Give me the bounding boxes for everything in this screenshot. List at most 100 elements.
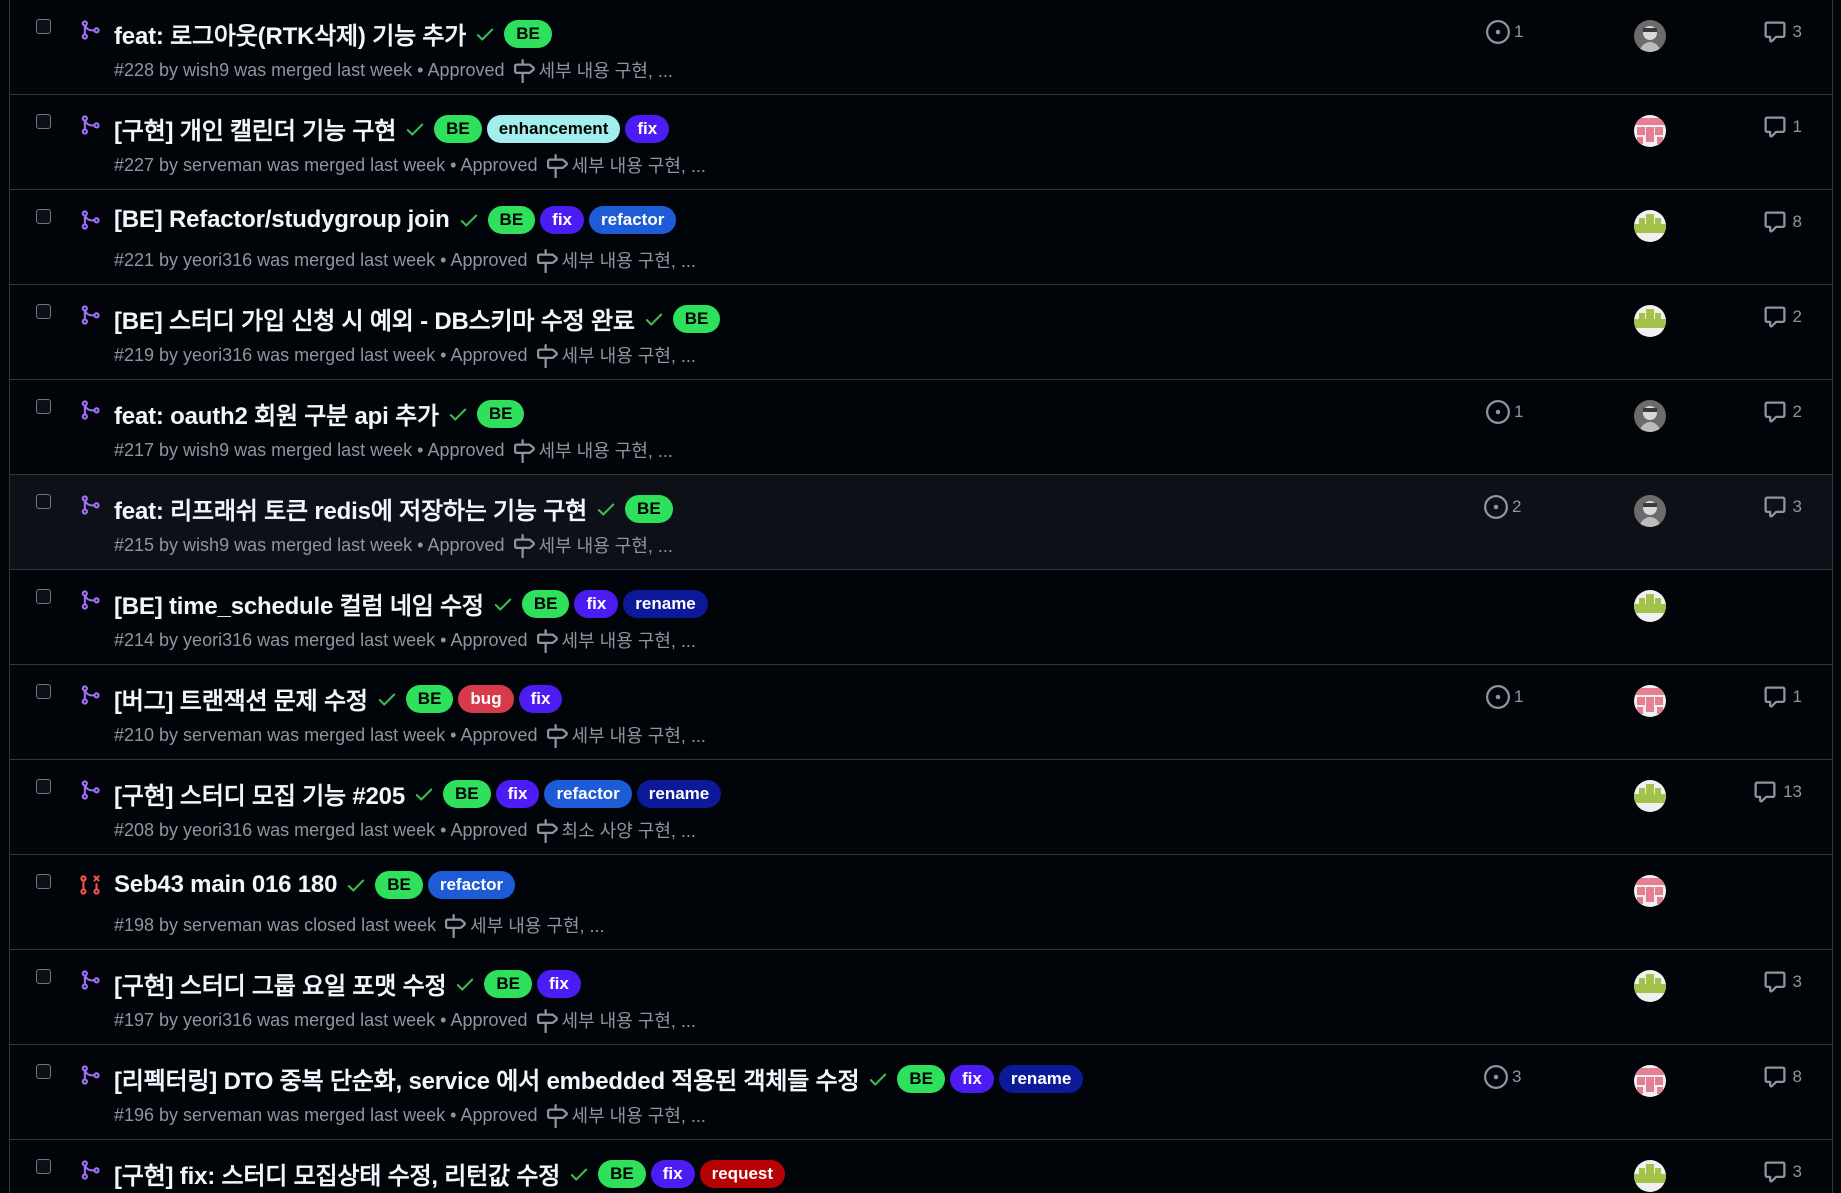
label-fix[interactable]: fix: [625, 114, 670, 143]
milestone-link[interactable]: 세부 내용 구현, ...: [562, 342, 696, 368]
milestone-link[interactable]: 세부 내용 구현, ...: [562, 247, 696, 273]
linked-issues[interactable]: 1: [1486, 19, 1566, 45]
label-BE[interactable]: BE: [375, 871, 423, 899]
milestone-link[interactable]: 세부 내용 구현, ...: [562, 1007, 696, 1033]
linked-issues[interactable]: 2: [1484, 494, 1564, 520]
label-fix[interactable]: fix: [574, 589, 619, 618]
pull-request-row[interactable]: feat: 리프래쉬 토큰 redis에 저장하는 기능 구현 BE #215 by…: [10, 475, 1832, 570]
select-checkbox[interactable]: [36, 114, 51, 129]
avatar[interactable]: [1634, 495, 1666, 527]
select-checkbox[interactable]: [36, 399, 51, 414]
pull-request-title[interactable]: feat: 로그아웃(RTK삭제) 기능 추가: [114, 16, 466, 51]
label-BE[interactable]: BE: [504, 19, 552, 48]
select-checkbox[interactable]: [36, 1159, 51, 1174]
pull-request-row[interactable]: [버그] 트랜잭션 문제 수정 BE bug fix #210 by serveman …: [10, 665, 1832, 760]
pull-request-title[interactable]: [BE] Refactor/studygroup join: [114, 206, 450, 234]
select-checkbox[interactable]: [36, 684, 51, 699]
pull-request-row[interactable]: [BE] time_schedule 컬럼 네임 수정 BE fix rename #2…: [10, 570, 1832, 665]
label-fix[interactable]: fix: [537, 969, 581, 998]
pull-request-row[interactable]: [BE] 스터디 가입 신청 시 예외 - DB스키마 수정 완료 BE #219 …: [10, 285, 1832, 380]
select-checkbox[interactable]: [36, 969, 51, 984]
select-checkbox[interactable]: [36, 209, 51, 224]
select-checkbox[interactable]: [36, 304, 51, 319]
milestone-link[interactable]: 세부 내용 구현, ...: [572, 1102, 706, 1128]
milestone-link[interactable]: 세부 내용 구현, ...: [539, 57, 673, 83]
pull-request-row[interactable]: [BE] Refactor/studygroup join BE fix refact…: [10, 190, 1832, 285]
comments-link[interactable]: 8: [1763, 1064, 1802, 1090]
avatar[interactable]: [1634, 1160, 1666, 1192]
label-rename[interactable]: rename: [636, 779, 722, 808]
select-checkbox[interactable]: [36, 589, 51, 604]
pull-request-row[interactable]: [구현] 스터디 그룹 요일 포맷 수정 BE fix #197 by yeori31…: [10, 950, 1832, 1045]
pull-request-row[interactable]: feat: 로그아웃(RTK삭제) 기능 추가 BE #228 by wish9 w…: [10, 0, 1832, 95]
label-BE[interactable]: BE: [487, 206, 536, 234]
milestone-link[interactable]: 세부 내용 구현, ...: [572, 152, 706, 178]
comments-link[interactable]: 3: [1763, 969, 1802, 995]
label-fix[interactable]: fix: [950, 1064, 994, 1093]
pull-request-row[interactable]: feat: oauth2 회원 구분 api 추가 BE #217 by wish9…: [10, 380, 1832, 475]
label-BE[interactable]: BE: [476, 399, 525, 428]
avatar[interactable]: [1634, 305, 1666, 337]
label-fix[interactable]: fix: [518, 684, 563, 713]
milestone-link[interactable]: 세부 내용 구현, ...: [572, 722, 706, 748]
label-BE[interactable]: BE: [625, 494, 673, 523]
pull-request-title[interactable]: [구현] 스터디 그룹 요일 포맷 수정: [114, 966, 447, 1001]
pull-request-title[interactable]: [리펙터링] DTO 중복 단순화, service 에서 embedded 적…: [114, 1061, 860, 1096]
avatar[interactable]: [1634, 20, 1666, 52]
pull-request-title[interactable]: [BE] 스터디 가입 신청 시 예외 - DB스키마 수정 완료: [114, 301, 635, 336]
label-bug[interactable]: bug: [458, 684, 514, 713]
pull-request-title[interactable]: [구현] 개인 캘린더 기능 구현: [114, 111, 396, 146]
label-refactor[interactable]: refactor: [589, 206, 677, 234]
avatar[interactable]: [1634, 875, 1666, 907]
linked-issues[interactable]: 1: [1486, 399, 1566, 425]
label-fix[interactable]: fix: [540, 206, 585, 234]
pull-request-title[interactable]: Seb43 main 016 180: [114, 871, 337, 899]
comments-link[interactable]: 13: [1753, 779, 1802, 805]
milestone-link[interactable]: 세부 내용 구현, ...: [470, 912, 604, 938]
label-BE[interactable]: BE: [598, 1159, 646, 1188]
comments-link[interactable]: 3: [1763, 19, 1802, 45]
label-enhancement[interactable]: enhancement: [486, 114, 621, 143]
select-checkbox[interactable]: [36, 779, 51, 794]
comments-link[interactable]: 3: [1763, 1159, 1802, 1185]
avatar[interactable]: [1634, 115, 1666, 147]
label-fix[interactable]: fix: [495, 779, 540, 808]
label-BE[interactable]: BE: [405, 684, 454, 713]
label-BE[interactable]: BE: [672, 304, 721, 333]
comments-link[interactable]: 2: [1763, 304, 1802, 330]
label-BE[interactable]: BE: [442, 779, 491, 808]
comments-link[interactable]: 2: [1763, 399, 1802, 425]
avatar[interactable]: [1634, 780, 1666, 812]
pull-request-title[interactable]: feat: oauth2 회원 구분 api 추가: [114, 396, 439, 431]
pull-request-row[interactable]: [구현] 스터디 모집 기능 #205 BE fix refactor rename #2…: [10, 760, 1832, 855]
select-checkbox[interactable]: [36, 874, 51, 889]
pull-request-title[interactable]: [구현] 스터디 모집 기능 #205: [114, 776, 405, 811]
avatar[interactable]: [1634, 590, 1666, 622]
milestone-link[interactable]: 세부 내용 구현, ...: [539, 437, 673, 463]
label-refactor[interactable]: refactor: [427, 871, 516, 899]
milestone-link[interactable]: 세부 내용 구현, ...: [539, 532, 673, 558]
avatar[interactable]: [1634, 685, 1666, 717]
label-BE[interactable]: BE: [434, 114, 482, 143]
pull-request-row[interactable]: Seb43 main 016 180 BE refactor #198 by serv…: [10, 855, 1832, 950]
pull-request-title[interactable]: feat: 리프래쉬 토큰 redis에 저장하는 기능 구현: [114, 491, 587, 526]
comments-link[interactable]: 3: [1763, 494, 1802, 520]
label-BE[interactable]: BE: [897, 1064, 946, 1093]
linked-issues[interactable]: 3: [1484, 1064, 1564, 1090]
label-BE[interactable]: BE: [521, 589, 570, 618]
select-checkbox[interactable]: [36, 494, 51, 509]
select-checkbox[interactable]: [36, 1064, 51, 1079]
select-checkbox[interactable]: [36, 19, 51, 34]
label-fix[interactable]: fix: [650, 1159, 695, 1188]
label-request[interactable]: request: [699, 1159, 786, 1188]
pull-request-row[interactable]: [구현] 개인 캘린더 기능 구현 BE enhancement fix #227 by…: [10, 95, 1832, 190]
label-BE[interactable]: BE: [484, 969, 532, 998]
comments-link[interactable]: 1: [1763, 684, 1802, 710]
avatar[interactable]: [1634, 400, 1666, 432]
avatar[interactable]: [1634, 970, 1666, 1002]
label-rename[interactable]: rename: [998, 1064, 1084, 1093]
avatar[interactable]: [1634, 210, 1666, 242]
pull-request-title[interactable]: [BE] time_schedule 컬럼 네임 수정: [114, 586, 484, 621]
pull-request-row[interactable]: [리펙터링] DTO 중복 단순화, service 에서 embedded 적…: [10, 1045, 1832, 1140]
comments-link[interactable]: 1: [1763, 114, 1802, 140]
